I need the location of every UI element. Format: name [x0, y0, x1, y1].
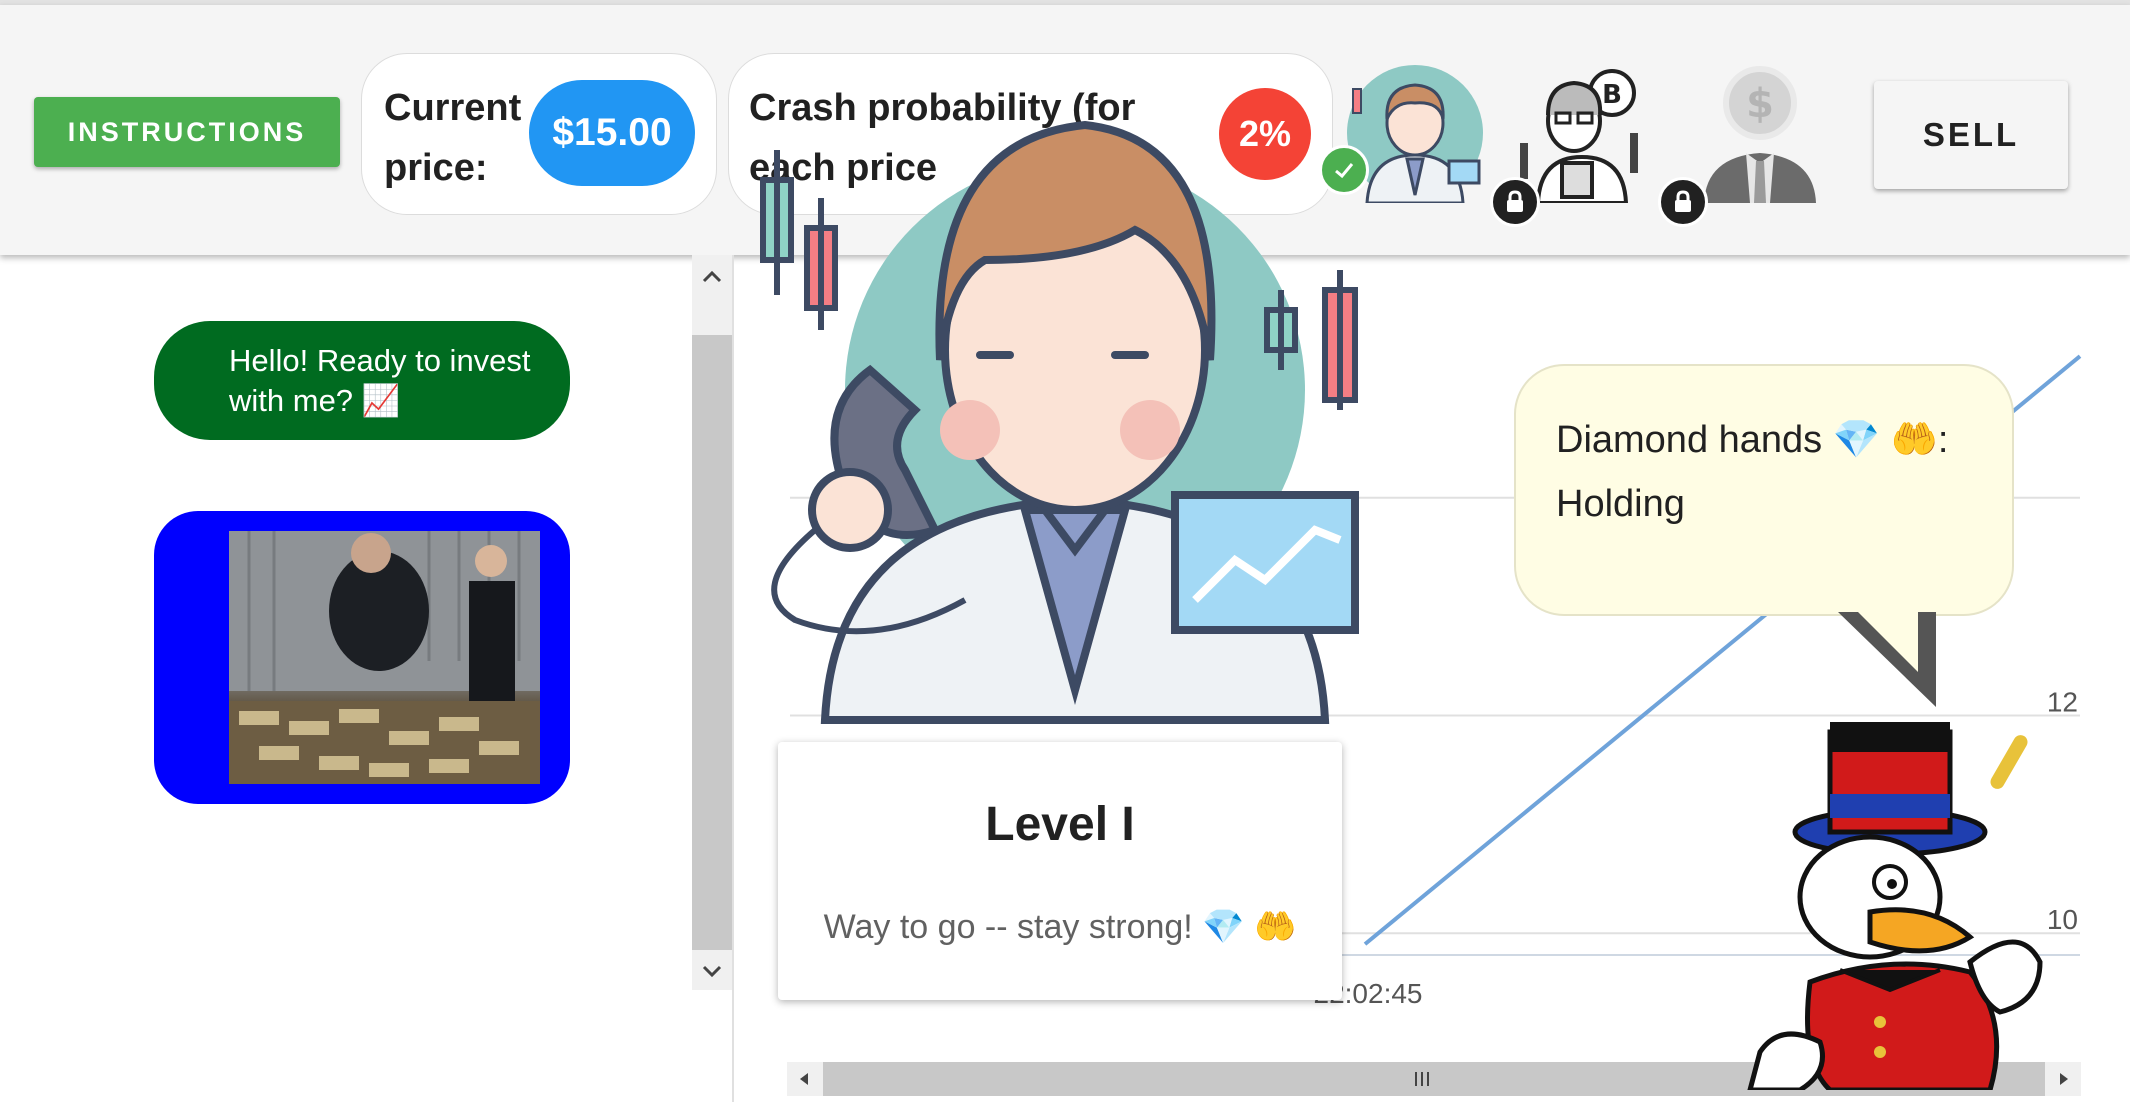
y-tick-label: 12 — [2047, 686, 2078, 717]
scroll-up-icon[interactable] — [700, 269, 724, 285]
trader-character-icon — [760, 120, 1359, 724]
scroll-left-icon[interactable] — [797, 1071, 811, 1087]
svg-text:$: $ — [1746, 81, 1774, 127]
crypto-trader-avatar-icon: B — [1520, 69, 1638, 205]
businessman-avatar-icon: $ — [1704, 66, 1816, 203]
level-title: Level I — [985, 798, 1135, 851]
speech-bubble: Diamond hands 💎 🤲: Holding — [1514, 364, 2014, 616]
money-pile-photo — [229, 531, 540, 784]
chat-message-text: Hello! Ready to invest with me? 📈 — [229, 343, 531, 418]
chat-scrollbar[interactable] — [692, 255, 732, 990]
scroll-down-icon[interactable] — [700, 963, 724, 979]
sell-button[interactable]: SELL — [1874, 81, 2068, 189]
level-3-avatar[interactable]: $ — [1658, 63, 1830, 227]
level-2-avatar[interactable]: B — [1490, 63, 1652, 227]
chat-image-message — [154, 511, 570, 804]
grip-icon — [1415, 1072, 1429, 1086]
current-price-value: $15.00 — [529, 80, 695, 186]
lock-icon — [1658, 177, 1708, 227]
chat-message: Hello! Ready to invest with me? 📈 — [154, 321, 570, 440]
level-card: Level I Way to go -- stay strong! 💎 🤲 — [778, 742, 1342, 1000]
chat-scrollbar-thumb[interactable] — [692, 335, 732, 950]
level-message: Way to go -- stay strong! 💎 🤲 — [823, 908, 1297, 946]
current-price-card: Current price: $15.00 — [361, 53, 717, 215]
current-price-label: Current price: — [384, 87, 522, 189]
lock-icon — [1490, 177, 1540, 227]
instructions-button[interactable]: INSTRUCTIONS — [34, 97, 340, 167]
scrooge-mascot-icon — [1747, 722, 2043, 1090]
svg-text:B: B — [1602, 80, 1622, 110]
speech-bubble-tail — [1838, 612, 1936, 707]
speech-bubble-text: Diamond hands 💎 🤲: Holding — [1556, 419, 1949, 525]
panel-divider — [732, 255, 734, 1102]
